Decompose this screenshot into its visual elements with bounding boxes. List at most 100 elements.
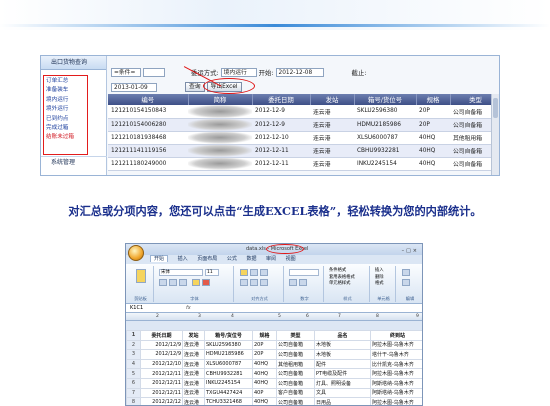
row-number[interactable]: 2 (126, 339, 141, 351)
sidebar-item-domestic[interactable]: 境内运行 (46, 96, 85, 105)
sheet-cell[interactable]: 公司自备箱 (276, 397, 315, 405)
sheet-cell[interactable]: 40HQ (252, 358, 277, 370)
column-number[interactable]: 5 (278, 313, 281, 321)
office-button-icon[interactable] (128, 245, 144, 261)
number-format-select[interactable] (289, 269, 319, 276)
table-row[interactable]: 121211180249000 2012-12-11 连云港 INKU22451… (108, 157, 499, 171)
column-number[interactable]: 9 (416, 313, 419, 321)
table-row[interactable]: 121210154006280 2012-12-9 连云港 HDMU218598… (108, 118, 499, 132)
query-button[interactable]: 查询 (184, 82, 205, 92)
sheet-cell[interactable]: 其他租用箱 (276, 358, 315, 370)
sheet-cell[interactable]: 2012/12/9 (140, 349, 183, 360)
column-header[interactable]: 简称 (188, 94, 253, 105)
fx-icon[interactable]: fx (186, 304, 191, 312)
vertical-scrollbar[interactable] (491, 94, 499, 175)
end-date-input[interactable]: 2013-01-09 (111, 82, 157, 92)
column-number[interactable]: 2 (156, 313, 159, 321)
column-header[interactable]: 委托日期 (252, 94, 311, 105)
sheet-cell[interactable]: 2012/12/11 (140, 387, 183, 399)
sheet-cell[interactable]: HDMU2185986 (204, 349, 253, 360)
row-number[interactable]: 3 (126, 349, 141, 360)
sidebar-item-completed[interactable]: 完成过箱 (46, 124, 85, 133)
sheet-header-cell[interactable]: 类型 (276, 330, 315, 341)
align-top-icon[interactable] (240, 269, 248, 276)
italic-icon[interactable] (169, 279, 177, 286)
sheet-cell[interactable]: 2012/12/11 (140, 377, 183, 389)
sheet-cell[interactable]: 灯具、照明设备 (314, 377, 371, 389)
tab-formulas[interactable]: 公式 (227, 256, 237, 262)
sidebar-item-settled[interactable]: 结账未过箱 (46, 133, 85, 142)
tab-page-layout[interactable]: 页面布局 (197, 256, 217, 262)
sheet-cell[interactable]: TXGU4427424 (204, 387, 253, 399)
column-header[interactable]: 规格 (416, 94, 451, 105)
table-row[interactable]: 121210154150843 2012-12-9 连云港 SKLU259638… (108, 105, 499, 119)
tab-insert[interactable]: 插入 (178, 256, 188, 262)
wrap-text-icon[interactable] (260, 269, 268, 276)
sheet-header-cell[interactable]: 终到站 (370, 330, 422, 341)
sheet-cell[interactable]: 阿拉木图-乌鲁木齐 (370, 368, 422, 379)
sheet-cell[interactable]: 阿斯塔纳-乌鲁木齐 (370, 377, 422, 389)
tab-view[interactable]: 视图 (286, 256, 296, 262)
sheet-cell[interactable]: XLSU6000787 (204, 358, 253, 370)
table-row[interactable]: 121210181938468 2012-12-10 连云港 XLSU60007… (108, 131, 499, 145)
column-header[interactable]: 箱号/货位号 (354, 94, 417, 105)
sheet-cell[interactable]: 日用品 (314, 397, 371, 405)
sheet-header-cell[interactable]: 品名 (314, 330, 371, 341)
sheet-cell[interactable]: INKU2245154 (204, 377, 253, 389)
window-controls-icon[interactable]: –□× (402, 246, 419, 257)
start-date-input[interactable]: 2012-12-08 (275, 68, 324, 77)
sheet-cell[interactable]: 阿拉木图-乌鲁木齐 (370, 397, 422, 405)
sheet-cell[interactable]: 连云港 (182, 349, 205, 360)
sheet-cell[interactable]: 40HQ (252, 377, 277, 389)
sheet-cell[interactable]: 连云港 (182, 358, 205, 370)
sheet-cell[interactable]: 连云港 (182, 339, 205, 351)
sheet-cell[interactable]: TCHU3321468 (204, 397, 253, 405)
font-size-select[interactable]: 11 (205, 269, 219, 276)
sheet-cell[interactable]: 文具 (314, 387, 371, 399)
transport-select[interactable]: 境内运行 (220, 68, 257, 77)
row-number[interactable]: 1 (126, 330, 141, 341)
sidebar-item-loading[interactable]: 准备装车 (46, 86, 85, 95)
paste-icon[interactable] (136, 269, 146, 283)
bold-icon[interactable] (159, 279, 167, 286)
sheet-cell[interactable]: 公司自备箱 (276, 349, 315, 360)
sheet-cell[interactable]: 连云港 (182, 397, 205, 405)
row-number[interactable]: 6 (126, 377, 141, 389)
sheet-cell[interactable]: SKLU2596380 (204, 339, 253, 351)
cell-styles-button[interactable]: 单元格样式 (329, 281, 355, 288)
sort-filter-icon[interactable] (402, 279, 410, 286)
row-number[interactable]: 4 (126, 358, 141, 370)
sheet-cell[interactable]: 连云港 (182, 387, 205, 399)
sheet-header-cell[interactable]: 规格 (252, 330, 277, 341)
sheet-cell[interactable]: 客户自备箱 (276, 387, 315, 399)
sheet-cell[interactable]: 阿拉木图-乌鲁木齐 (370, 339, 422, 351)
sidebar-item-overseas[interactable]: 境外运行 (46, 105, 85, 114)
condition-select[interactable]: =条件= (111, 68, 141, 77)
sheet-cell[interactable]: CBHU9932281 (204, 368, 253, 379)
tab-review[interactable]: 审阅 (266, 256, 276, 262)
column-number[interactable]: 4 (231, 313, 234, 321)
sheet-cell[interactable]: 40HQ (252, 397, 277, 405)
format-cells-button[interactable]: 格式 (375, 281, 384, 288)
condition-value-input[interactable] (142, 68, 165, 77)
tab-home[interactable]: 开始 (150, 255, 169, 262)
column-number[interactable]: 6 (306, 313, 309, 321)
sheet-cell[interactable]: 比什凯克-乌鲁木齐 (370, 358, 422, 370)
sheet-header-cell[interactable]: 箱号/货位号 (204, 330, 253, 341)
column-header[interactable]: 发站 (310, 94, 355, 105)
sidebar-item-arrived[interactable]: 已到约点 (46, 115, 85, 124)
sidebar-item-system[interactable]: 系统管理 (41, 156, 107, 168)
sheet-cell[interactable]: 2012/12/12 (140, 397, 183, 405)
row-number[interactable]: 5 (126, 368, 141, 379)
comma-icon[interactable] (299, 279, 307, 286)
sum-icon[interactable] (402, 269, 410, 276)
row-number[interactable]: 8 (126, 397, 141, 405)
name-box[interactable]: K1C1 (130, 305, 143, 311)
font-color-icon[interactable] (202, 279, 210, 286)
insert-cells-button[interactable]: 插入 (375, 268, 384, 275)
sheet-cell[interactable]: PT电缆及配件 (314, 368, 371, 379)
sheet-cell[interactable]: 塔什干-乌鲁木齐 (370, 349, 422, 360)
font-name-select[interactable]: 宋体 (159, 269, 203, 276)
sidebar-item-order-summary[interactable]: 订单汇总 (46, 77, 85, 86)
column-number[interactable]: 8 (376, 313, 379, 321)
